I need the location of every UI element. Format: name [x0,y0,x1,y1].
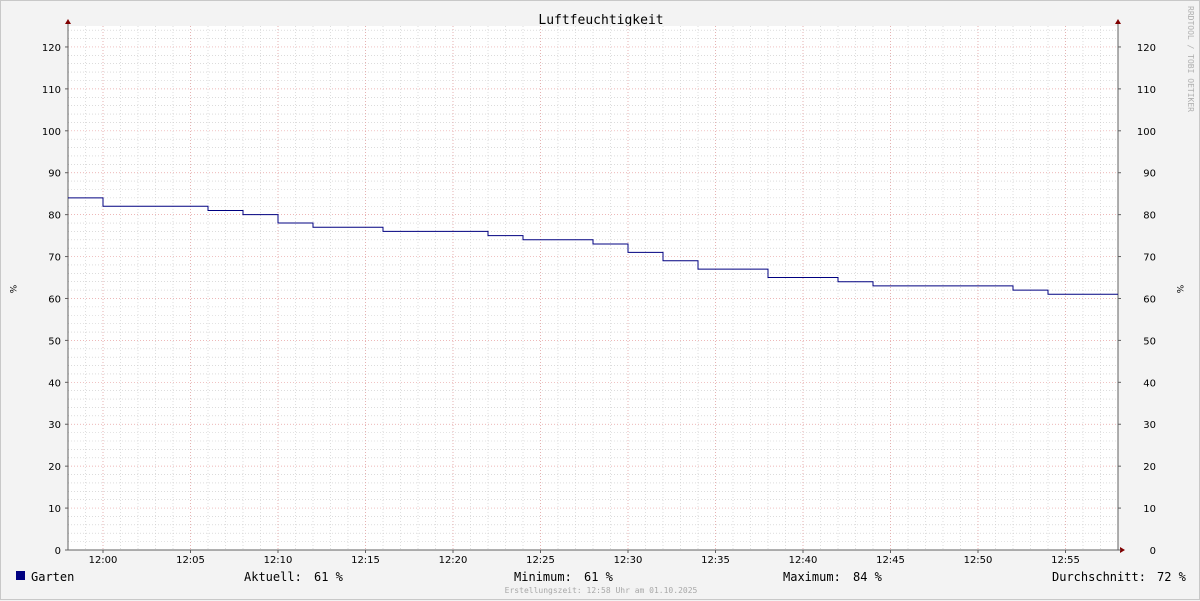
humidity-chart: Luftfeuchtigkeit RRDTOOL / TOBI OETIKER … [7,6,1195,595]
y-tick-label-right: 20 [1143,462,1156,473]
chart-title: Luftfeuchtigkeit [538,13,663,28]
x-tick-label: 12:15 [351,555,380,566]
y-tick-label-left: 20 [48,462,61,473]
y-tick-label-right: 50 [1143,336,1156,347]
y-tick-label-right: 40 [1143,378,1156,389]
legend-minimum-label: Minimum: [514,570,572,584]
x-tick-label: 12:25 [526,555,555,566]
x-tick-label: 12:45 [876,555,905,566]
y-axis-arrow-right [1115,19,1121,24]
y-tick-label-right: 100 [1137,127,1156,138]
y-tick-label-left: 10 [48,504,61,515]
x-tick-label: 12:00 [89,555,118,566]
legend-maximum-label: Maximum: [783,570,841,584]
y-tick-label-right: 70 [1143,253,1156,264]
y-tick-label-left: 50 [48,336,61,347]
y-tick-label-right: 120 [1137,43,1156,54]
y-tick-label-left: 120 [42,43,61,54]
chart-frame: Luftfeuchtigkeit RRDTOOL / TOBI OETIKER … [0,0,1200,600]
x-tick-label: 12:05 [176,555,205,566]
y-tick-labels-left: 0 10 20 30 40 50 60 70 80 90 100 110 120 [42,43,61,557]
legend-aktuell-value: 61 % [314,570,344,584]
y-tick-label-right: 30 [1143,420,1156,431]
y-tick-label-left: 110 [42,85,61,96]
x-tick-label: 12:40 [789,555,818,566]
watermark: RRDTOOL / TOBI OETIKER [1186,6,1195,112]
x-tick-label: 12:10 [264,555,293,566]
y-tick-label-left: 90 [48,169,61,180]
x-tick-label: 12:55 [1051,555,1080,566]
x-tick-label: 12:35 [701,555,730,566]
y-tick-labels-right: 0 10 20 30 40 50 60 70 80 90 100 110 120 [1137,43,1156,557]
y-tick-label-right: 0 [1150,546,1156,557]
legend-maximum-value: 84 % [853,570,883,584]
y-tick-label-left: 60 [48,294,61,305]
y-tick-label-right: 60 [1143,294,1156,305]
legend-aktuell-label: Aktuell: [244,570,302,584]
y-tick-label-right: 110 [1137,85,1156,96]
y-tick-label-left: 80 [48,211,61,222]
y-tick-label-right: 80 [1143,211,1156,222]
legend-durchschnitt-label: Durchschnitt: [1052,570,1146,584]
y-tick-label-left: 70 [48,253,61,264]
y-tick-label-left: 30 [48,420,61,431]
y-tick-label-left: 100 [42,127,61,138]
y-tick-label-left: 40 [48,378,61,389]
footer-timestamp: Erstellungszeit: 12:58 Uhr am 01.10.2025 [505,586,698,595]
y-tick-label-right: 90 [1143,169,1156,180]
y-tick-label-left: 0 [55,546,61,557]
y-axis-unit-right: % [1174,285,1184,294]
legend-swatch-garten [16,571,25,580]
y-tick-label-right: 10 [1143,504,1156,515]
x-tick-label: 12:30 [614,555,643,566]
legend-durchschnitt-value: 72 % [1157,570,1187,584]
legend-series-name: Garten [31,570,74,584]
y-axis-arrow-left [65,19,71,24]
y-axis-unit-left: % [7,285,17,294]
x-tick-labels: 12:00 12:05 12:10 12:15 12:20 12:25 12:30 12:35… [89,555,1080,566]
legend-minimum-value: 61 % [584,570,614,584]
x-tick-label: 12:50 [964,555,993,566]
x-tick-label: 12:20 [439,555,468,566]
